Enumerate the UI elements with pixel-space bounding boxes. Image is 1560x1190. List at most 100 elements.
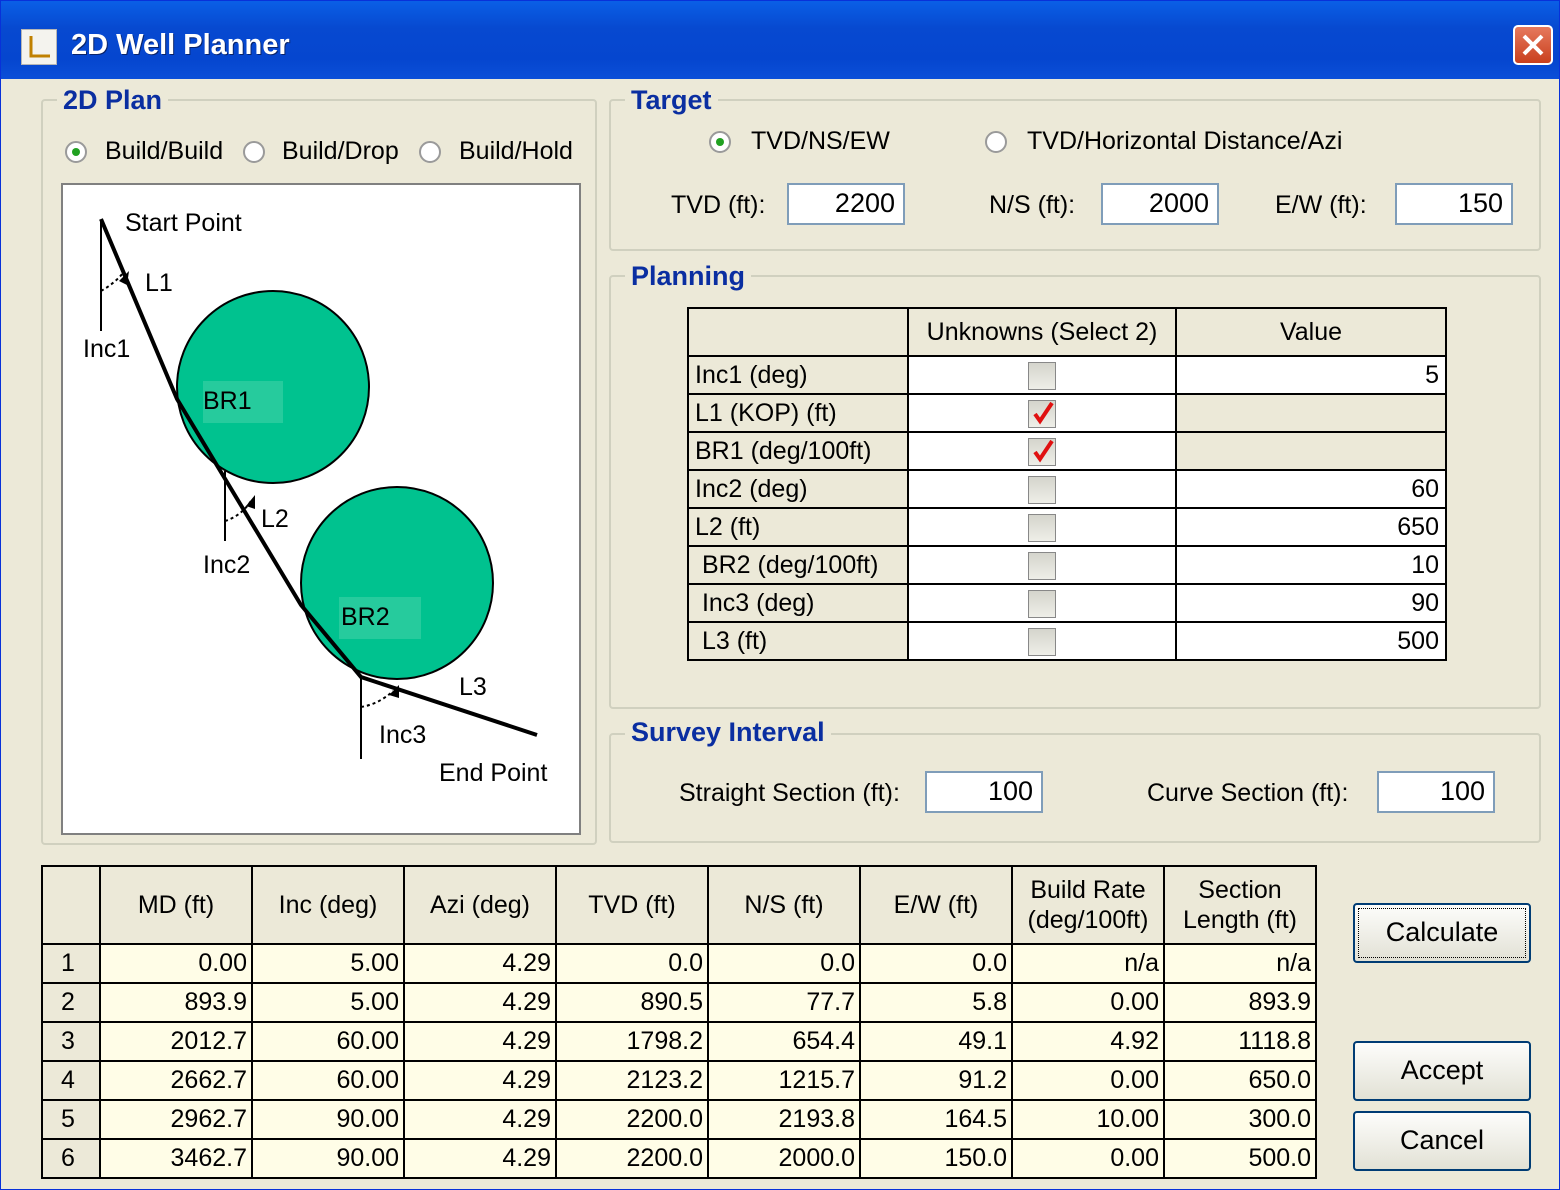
results-cell: 5.8: [859, 982, 1013, 1023]
results-cell: 2200.0: [555, 1099, 709, 1140]
planning-row-value[interactable]: 500: [1175, 621, 1447, 661]
results-cell: 4.29: [403, 982, 557, 1023]
ew-input[interactable]: 150: [1395, 183, 1513, 225]
unchecked-checkbox-icon[interactable]: [1028, 475, 1056, 504]
radio-tvd-ns-ew[interactable]: [709, 131, 731, 153]
planning-row: Inc2 (deg) 60: [687, 469, 1447, 509]
planning-row: L2 (ft) 650: [687, 507, 1447, 547]
results-row-number[interactable]: 4: [41, 1060, 101, 1101]
results-cell: 654.4: [707, 1021, 861, 1062]
results-cell: 4.29: [403, 943, 557, 984]
results-column-header: Section Length (ft): [1163, 865, 1317, 945]
planning-header-value: Value: [1175, 307, 1447, 357]
planning-row: L3 (ft) 500: [687, 621, 1447, 661]
planning-row-unknown-cell[interactable]: [907, 393, 1177, 433]
radio-build-build[interactable]: [65, 141, 87, 163]
results-row-number[interactable]: 1: [41, 943, 101, 984]
radio-tvd-hd-azi-label[interactable]: TVD/Horizontal Distance/Azi: [1027, 127, 1342, 156]
ew-label: E/W (ft):: [1275, 191, 1367, 219]
inc1-label: Inc1: [83, 335, 130, 363]
planning-row: Inc1 (deg) 5: [687, 355, 1447, 395]
results-row: 6 3462.7 90.00 4.29 2200.0 2000.0 150.0 0.00 500…: [41, 1138, 1317, 1179]
accept-button[interactable]: Accept: [1353, 1041, 1531, 1101]
radio-build-drop-label[interactable]: Build/Drop: [282, 137, 399, 166]
results-column-header: Build Rate (deg/100ft): [1011, 865, 1165, 945]
close-icon[interactable]: [1513, 25, 1553, 65]
plan-group-title: 2D Plan: [57, 85, 169, 116]
results-cell: 893.9: [99, 982, 253, 1023]
results-cell: 0.00: [1011, 1138, 1165, 1179]
results-cell: 91.2: [859, 1060, 1013, 1101]
results-table: MD (ft) Inc (deg) Azi (deg) TVD (ft) N/S (ft…: [41, 865, 1317, 1179]
radio-tvd-hd-azi[interactable]: [985, 131, 1007, 153]
results-cell: 4.92: [1011, 1021, 1165, 1062]
radio-tvd-ns-ew-label[interactable]: TVD/NS/EW: [751, 127, 890, 156]
unchecked-checkbox-icon[interactable]: [1028, 589, 1056, 618]
planning-row-label: BR1 (deg/100ft): [687, 431, 909, 471]
ns-label: N/S (ft):: [989, 191, 1076, 219]
start-point-label: Start Point: [125, 209, 242, 237]
planning-row-value[interactable]: [1175, 393, 1447, 433]
planning-row-unknown-cell[interactable]: [907, 469, 1177, 509]
planning-row-unknown-cell[interactable]: [907, 507, 1177, 547]
cancel-button[interactable]: Cancel: [1353, 1111, 1531, 1171]
ns-input[interactable]: 2000: [1101, 183, 1219, 225]
results-cell: 0.0: [555, 943, 709, 984]
unchecked-checkbox-icon[interactable]: [1028, 513, 1056, 542]
results-column-header: MD (ft): [99, 865, 253, 945]
results-cell: 1798.2: [555, 1021, 709, 1062]
calculate-button[interactable]: Calculate: [1353, 903, 1531, 963]
unchecked-checkbox-icon[interactable]: [1028, 627, 1056, 656]
end-point-label: End Point: [439, 759, 547, 787]
planning-row-label: Inc3 (deg): [687, 583, 909, 623]
results-row-number[interactable]: 6: [41, 1138, 101, 1179]
results-cell: 90.00: [251, 1099, 405, 1140]
curve-section-input[interactable]: 100: [1377, 771, 1495, 813]
planning-row-value[interactable]: 5: [1175, 355, 1447, 395]
planning-row-unknown-cell[interactable]: [907, 355, 1177, 395]
radio-build-hold-label[interactable]: Build/Hold: [459, 137, 573, 166]
results-row-number[interactable]: 5: [41, 1099, 101, 1140]
planning-row-value[interactable]: 60: [1175, 469, 1447, 509]
results-cell: 2962.7: [99, 1099, 253, 1140]
well-diagram-svg: Start Point L1 Inc1 BR1 L2 Inc2 BR2 L3 I…: [83, 209, 547, 787]
results-cell: 2012.7: [99, 1021, 253, 1062]
straight-section-input[interactable]: 100: [925, 771, 1043, 813]
results-cell: 2123.2: [555, 1060, 709, 1101]
planning-row-unknown-cell[interactable]: [907, 431, 1177, 471]
planning-row-value[interactable]: [1175, 431, 1447, 471]
results-row-number[interactable]: 2: [41, 982, 101, 1023]
planning-row-label: L2 (ft): [687, 507, 909, 547]
inc3-arc: [360, 690, 394, 708]
planning-header-unknowns: Unknowns (Select 2): [907, 307, 1177, 357]
planning-row-unknown-cell[interactable]: [907, 583, 1177, 623]
unchecked-checkbox-icon[interactable]: [1028, 551, 1056, 580]
radio-build-hold[interactable]: [419, 141, 441, 163]
results-cell: n/a: [1011, 943, 1165, 984]
planning-row: Inc3 (deg) 90: [687, 583, 1447, 623]
planning-row-unknown-cell[interactable]: [907, 545, 1177, 585]
results-row-number[interactable]: 3: [41, 1021, 101, 1062]
planning-row-unknown-cell[interactable]: [907, 621, 1177, 661]
planning-row-value[interactable]: 90: [1175, 583, 1447, 623]
results-cell: 1118.8: [1163, 1021, 1317, 1062]
unchecked-checkbox-icon[interactable]: [1028, 361, 1056, 390]
planning-row-value[interactable]: 650: [1175, 507, 1447, 547]
results-cell: 10.00: [1011, 1099, 1165, 1140]
planning-row: L1 (KOP) (ft): [687, 393, 1447, 433]
results-cell: 650.0: [1163, 1060, 1317, 1101]
results-cell: 0.00: [99, 943, 253, 984]
results-cell: 164.5: [859, 1099, 1013, 1140]
checked-checkbox-icon[interactable]: [1028, 437, 1056, 466]
planning-row-value[interactable]: 10: [1175, 545, 1447, 585]
radio-build-drop[interactable]: [243, 141, 265, 163]
target-group-title: Target: [625, 85, 718, 116]
checked-checkbox-icon[interactable]: [1028, 399, 1056, 428]
radio-build-build-label[interactable]: Build/Build: [105, 137, 223, 166]
title-bar[interactable]: 2D Well Planner: [1, 1, 1559, 79]
results-cell: 150.0: [859, 1138, 1013, 1179]
results-cell: 2193.8: [707, 1099, 861, 1140]
planning-row-label: BR2 (deg/100ft): [687, 545, 909, 585]
br1-label: BR1: [203, 387, 252, 415]
tvd-input[interactable]: 2200: [787, 183, 905, 225]
